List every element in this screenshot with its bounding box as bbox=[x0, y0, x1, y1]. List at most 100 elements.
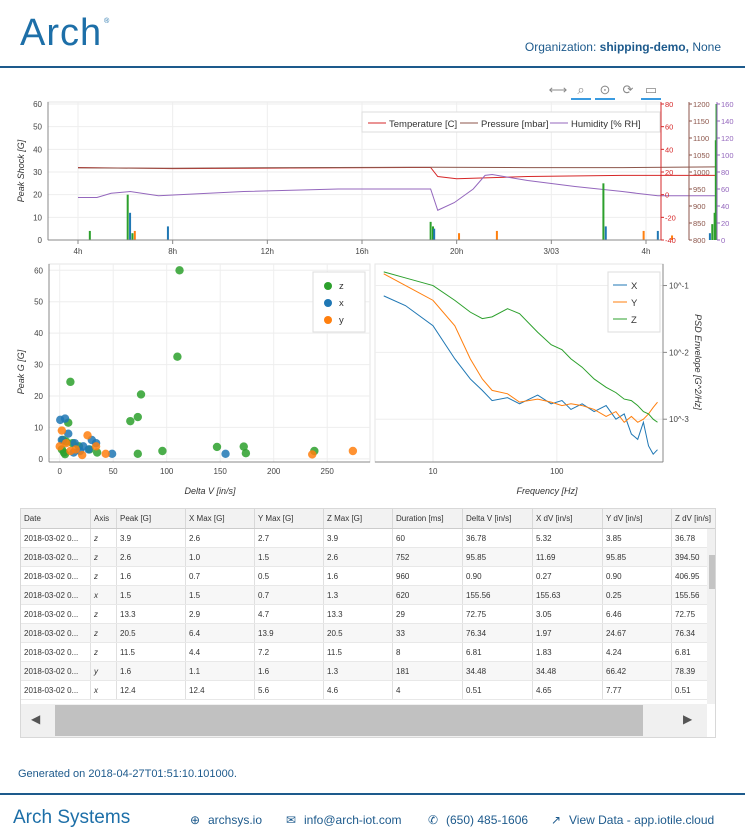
timeline-x-tick: 4h bbox=[642, 247, 651, 256]
website-link[interactable]: ⊕ archsys.io bbox=[188, 813, 262, 827]
table-cell: 4.6 bbox=[323, 680, 393, 700]
scatter-y-tick: 0 bbox=[39, 455, 44, 464]
legend-dot-y bbox=[324, 316, 332, 324]
table-cell: 3.05 bbox=[532, 604, 603, 624]
table-cell: 2018-03-02 0... bbox=[21, 585, 91, 605]
scatter-x-tick: 200 bbox=[267, 467, 281, 476]
table-cell: 0.90 bbox=[602, 566, 672, 586]
table-cell: 0.51 bbox=[462, 680, 533, 700]
table-cell: 1.5 bbox=[185, 585, 255, 605]
humidity-tick: 160 bbox=[721, 100, 734, 109]
table-cell: 4.65 bbox=[532, 680, 603, 700]
table-cell: 11.69 bbox=[532, 547, 603, 567]
generated-timestamp: Generated on 2018-04-27T01:51:10.101000. bbox=[18, 768, 237, 780]
temperature-tick: 80 bbox=[665, 100, 673, 109]
scroll-left-icon[interactable]: ◀ bbox=[31, 712, 40, 726]
timeline-y-tick: 30 bbox=[33, 168, 42, 177]
table-cell: 2018-03-02 0... bbox=[21, 680, 91, 700]
organization-info: Organization: shipping-demo, None bbox=[525, 40, 721, 54]
scatter-x-tick: 0 bbox=[57, 467, 62, 476]
table-row[interactable]: 2018-03-02 0... x 12.4 12.4 5.6 4.6 4 0.51 4.65 7… bbox=[21, 680, 715, 700]
scatter-y-tick: 10 bbox=[34, 423, 43, 432]
table-row[interactable]: 2018-03-02 0... z 13.3 2.9 4.7 13.3 29 72.75 3.0… bbox=[21, 604, 715, 624]
table-cell: 2.6 bbox=[323, 547, 393, 567]
table-cell: 2018-03-02 0... bbox=[21, 604, 91, 624]
column-header[interactable]: Axis bbox=[90, 509, 117, 529]
shock-bar-y bbox=[495, 230, 498, 240]
pressure-tick: 900 bbox=[693, 202, 706, 211]
psd-y-tick: 10^-1 bbox=[669, 282, 689, 291]
vertical-scroll-thumb[interactable] bbox=[709, 555, 715, 589]
email-link[interactable]: ✉ info@arch-iot.com bbox=[284, 813, 402, 827]
column-header[interactable]: Date bbox=[21, 509, 91, 529]
column-header[interactable]: Duration [ms] bbox=[392, 509, 463, 529]
table-cell: 1.83 bbox=[532, 642, 603, 662]
table-cell: 13.3 bbox=[323, 604, 393, 624]
table-cell: 2018-03-02 0... bbox=[21, 528, 91, 548]
view-data-link[interactable]: ↗ View Data - app.iotile.cloud bbox=[549, 813, 714, 827]
temperature-tick: -20 bbox=[665, 213, 676, 222]
psd-x-tick: 100 bbox=[550, 467, 564, 476]
scatter-point-z bbox=[126, 416, 135, 426]
scatter-x-tick: 150 bbox=[214, 467, 228, 476]
table-cell: 1.6 bbox=[116, 566, 186, 586]
psd-chart: 10 100 10^-1 10^-2 10^-3 Frequency [Hz] PSD … bbox=[374, 263, 703, 496]
vertical-scrollbar[interactable]: ▲ ▼ bbox=[707, 529, 715, 704]
shock-bar-x bbox=[166, 226, 169, 240]
column-header[interactable]: X Max [G] bbox=[185, 509, 255, 529]
column-header[interactable]: Z dV [in/s] bbox=[671, 509, 715, 529]
scatter-point-y bbox=[101, 449, 110, 459]
scatter-point-z bbox=[241, 449, 251, 458]
timeline-x-tick: 16h bbox=[355, 247, 368, 256]
table-row[interactable]: 2018-03-02 0... z 1.6 0.7 0.5 1.6 960 0.90 0.27 0… bbox=[21, 566, 715, 586]
timeline-x-tick: 4h bbox=[74, 247, 83, 256]
scatter-y-tick: 40 bbox=[34, 329, 43, 338]
table-cell: 76.34 bbox=[462, 623, 533, 643]
scatter-point-x bbox=[221, 449, 230, 459]
table-cell: 66.42 bbox=[602, 661, 672, 681]
table-cell: 95.85 bbox=[602, 547, 672, 567]
table-cell: 12.4 bbox=[185, 680, 255, 700]
table-row[interactable]: 2018-03-02 0... x 1.5 1.5 0.7 1.3 620 155.56 155… bbox=[21, 585, 715, 605]
scatter-point-z bbox=[158, 446, 167, 456]
column-header[interactable]: Delta V [in/s] bbox=[462, 509, 533, 529]
humidity-tick: 20 bbox=[721, 219, 729, 228]
timeline-legend: Temperature [C] Pressure [mbar] Humidity… bbox=[361, 111, 661, 133]
table-cell: z bbox=[90, 604, 117, 624]
scatter-x-tick: 250 bbox=[321, 467, 335, 476]
table-cell: 1.5 bbox=[116, 585, 186, 605]
arch-logo: Arch ® bbox=[20, 12, 111, 54]
column-header[interactable]: X dV [in/s] bbox=[532, 509, 603, 529]
table-row[interactable]: 2018-03-02 0... z 2.6 1.0 1.5 2.6 752 95.85 11.6… bbox=[21, 547, 715, 567]
table-row[interactable]: 2018-03-02 0... y 1.6 1.1 1.6 1.3 181 34.48 34.4… bbox=[21, 661, 715, 681]
table-cell: 1.3 bbox=[323, 585, 393, 605]
column-header[interactable]: Y Max [G] bbox=[254, 509, 324, 529]
shock-bar-z bbox=[711, 224, 714, 240]
legend-humidity: Humidity [% RH] bbox=[571, 119, 641, 130]
table-cell: 1.6 bbox=[254, 661, 324, 681]
phone-link[interactable]: ✆ (650) 485-1606 bbox=[426, 813, 528, 827]
temperature-tick: 60 bbox=[665, 123, 673, 132]
timeline-y-tick: 40 bbox=[33, 145, 42, 154]
horizontal-scroll-thumb[interactable] bbox=[55, 705, 643, 736]
table-cell: 752 bbox=[392, 547, 463, 567]
shock-events-table[interactable]: Date Axis Peak [G] X Max [G] Y Max [G] Z Max … bbox=[20, 508, 716, 738]
table-row[interactable]: 2018-03-02 0... z 11.5 4.4 7.2 11.5 8 6.81 1.83 4… bbox=[21, 642, 715, 662]
scatter-point-y bbox=[55, 442, 64, 451]
table-cell: 7.2 bbox=[254, 642, 324, 662]
column-header[interactable]: Y dV [in/s] bbox=[602, 509, 672, 529]
table-cell: 1.3 bbox=[323, 661, 393, 681]
shock-bar-y bbox=[642, 230, 645, 240]
horizontal-scrollbar[interactable]: ◀ ▶ bbox=[21, 704, 707, 737]
table-row[interactable]: 2018-03-02 0... z 3.9 2.6 2.7 3.9 60 36.78 5.32 3… bbox=[21, 528, 715, 548]
shock-bar-z bbox=[602, 183, 605, 240]
scroll-right-icon[interactable]: ▶ bbox=[683, 712, 692, 726]
table-cell: z bbox=[90, 566, 117, 586]
table-row[interactable]: 2018-03-02 0... z 20.5 6.4 13.9 20.5 33 76.34 1.… bbox=[21, 623, 715, 643]
pressure-tick: 800 bbox=[693, 236, 706, 245]
column-header[interactable]: Peak [G] bbox=[116, 509, 186, 529]
table-cell: 6.4 bbox=[185, 623, 255, 643]
pressure-tick: 950 bbox=[693, 185, 706, 194]
table-cell: 20.5 bbox=[116, 623, 186, 643]
column-header[interactable]: Z Max [G] bbox=[323, 509, 393, 529]
